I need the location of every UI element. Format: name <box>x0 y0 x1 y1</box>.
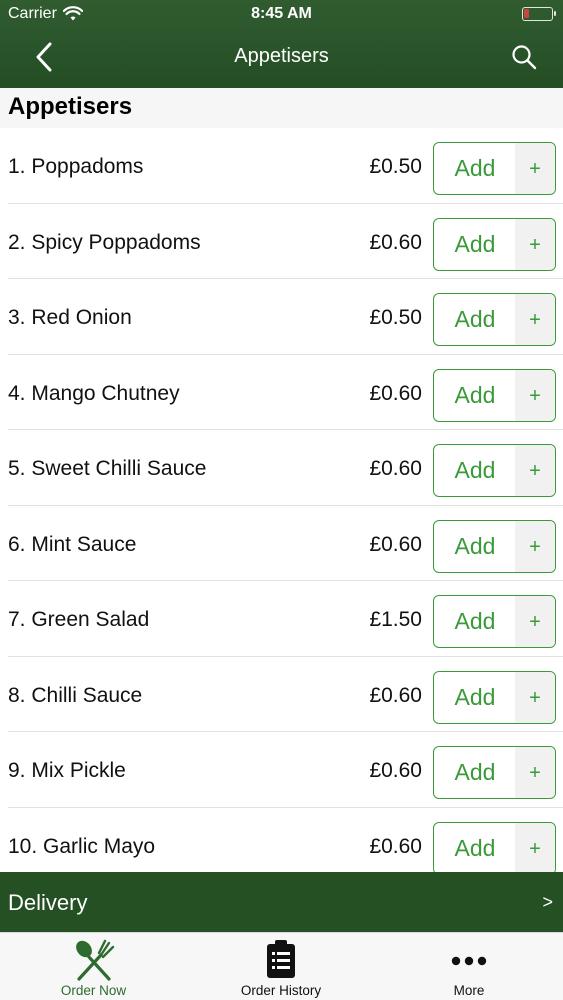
add-button[interactable]: Add + <box>433 595 556 648</box>
status-bar: Carrier 8:45 AM <box>0 0 563 30</box>
add-label: Add <box>454 608 496 634</box>
menu-item-row: 4. Mango Chutney £0.60 Add + <box>0 355 563 431</box>
section-title: Appetisers <box>0 88 563 128</box>
status-time: 8:45 AM <box>251 5 312 22</box>
search-button[interactable] <box>511 44 537 70</box>
fork-spoon-icon <box>75 939 114 981</box>
nav-title: Appetisers <box>234 45 329 67</box>
plus-icon: + <box>515 294 555 345</box>
item-price: £0.60 <box>369 759 422 782</box>
delivery-arrow: > <box>542 892 553 912</box>
plus-icon: + <box>515 520 555 572</box>
add-button[interactable]: Add + <box>433 444 556 497</box>
add-button[interactable]: Add + <box>433 142 556 195</box>
add-button[interactable]: Add + <box>433 519 556 573</box>
menu-item-row: 7. Green Salad £1.50 Add + <box>0 581 563 657</box>
plus-icon: + <box>515 218 555 270</box>
menu-item-list: 1. Poppadoms £0.50 Add +2. Spicy Poppadoms £… <box>0 128 563 872</box>
tab-order-now[interactable]: Order Now <box>0 933 187 1000</box>
add-button[interactable]: Add + <box>433 746 556 799</box>
add-label: Add <box>454 532 496 559</box>
tab-label-order-history: Order History <box>240 983 322 998</box>
menu-item-row: 3. Red Onion £0.50 Add + <box>0 279 563 355</box>
menu-item-row: 6. Mint Sauce £0.60 Add + <box>0 506 563 582</box>
item-price: £0.60 <box>369 532 422 556</box>
clipboard-list-icon <box>267 940 295 978</box>
more-dots-icon <box>451 956 487 966</box>
menu-item-row: 2. Spicy Poppadoms £0.60 Add + <box>0 204 563 280</box>
item-name: 3. Red Onion <box>8 306 132 329</box>
search-icon <box>512 45 537 70</box>
item-name: 7. Green Salad <box>8 608 150 631</box>
item-price: £0.60 <box>369 683 422 707</box>
item-name: 2. Spicy Poppadoms <box>8 230 201 254</box>
add-button[interactable]: Add + <box>433 368 556 422</box>
plus-icon: + <box>515 143 555 194</box>
item-name: 1. Poppadoms <box>8 155 144 178</box>
tab-label-order-now: Order Now <box>60 983 127 998</box>
item-price: £0.50 <box>369 306 422 329</box>
item-name: 9. Mix Pickle <box>8 759 126 782</box>
item-price: £1.50 <box>369 608 422 631</box>
add-label: Add <box>454 683 496 710</box>
item-name: 8. Chilli Sauce <box>8 683 143 707</box>
add-label: Add <box>454 759 496 785</box>
tab-bar: Order Now Order History More <box>0 932 563 1000</box>
menu-item-row: 10. Garlic Mayo £0.60 Add + <box>0 808 563 872</box>
plus-icon: + <box>515 369 555 421</box>
menu-item-row: 1. Poppadoms £0.50 Add + <box>0 128 563 204</box>
add-label: Add <box>454 155 496 181</box>
item-price: £0.50 <box>369 155 422 178</box>
add-label: Add <box>454 457 496 483</box>
add-label: Add <box>454 306 496 332</box>
tab-more[interactable]: More <box>375 933 563 1000</box>
delivery-bar[interactable]: Delivery > <box>0 872 563 932</box>
add-button[interactable]: Add + <box>433 821 556 872</box>
item-price: £0.60 <box>369 230 422 254</box>
item-name: 6. Mint Sauce <box>8 532 137 556</box>
add-label: Add <box>454 834 496 861</box>
item-name: 5. Sweet Chilli Sauce <box>8 457 207 480</box>
menu-item-row: 8. Chilli Sauce £0.60 Add + <box>0 657 563 733</box>
plus-icon: + <box>515 747 555 798</box>
add-label: Add <box>454 381 496 408</box>
tab-order-history[interactable]: Order History <box>187 933 375 1000</box>
plus-icon: + <box>515 822 555 872</box>
plus-icon: + <box>515 596 555 647</box>
item-name: 4. Mango Chutney <box>8 381 180 405</box>
add-button[interactable]: Add + <box>433 293 556 346</box>
add-button[interactable]: Add + <box>433 670 556 724</box>
plus-icon: + <box>515 671 555 723</box>
delivery-label: Delivery <box>8 890 88 915</box>
menu-item-row: 5. Sweet Chilli Sauce £0.60 Add + <box>0 430 563 506</box>
app-header: Carrier 8:45 AM Appetisers <box>0 0 563 88</box>
add-button[interactable]: Add + <box>433 217 556 271</box>
item-price: £0.60 <box>369 834 422 858</box>
battery-icon <box>522 7 556 21</box>
item-name: 10. Garlic Mayo <box>8 834 156 858</box>
add-label: Add <box>454 230 496 257</box>
item-price: £0.60 <box>369 457 422 480</box>
menu-item-row: 9. Mix Pickle £0.60 Add + <box>0 732 563 808</box>
plus-icon: + <box>515 445 555 496</box>
tab-label-more: More <box>453 983 485 998</box>
item-price: £0.60 <box>369 381 422 405</box>
